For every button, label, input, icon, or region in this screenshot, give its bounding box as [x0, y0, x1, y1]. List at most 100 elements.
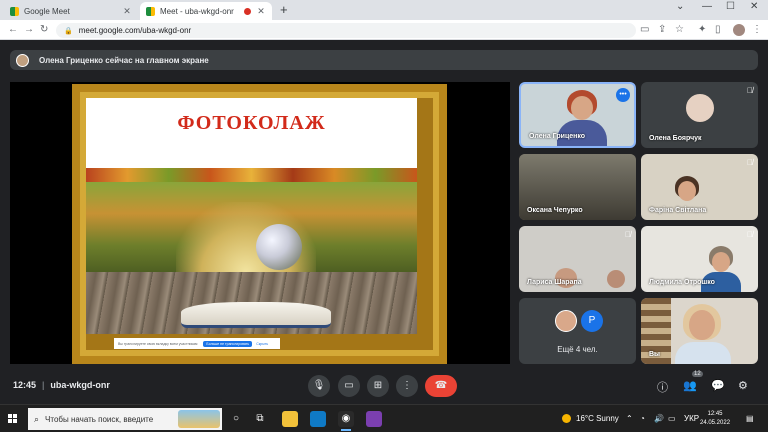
- presenter-avatar: [16, 53, 29, 67]
- clock-time: 12:45: [707, 411, 723, 417]
- participant-tile[interactable]: 🎙̸ Фаріна Світлана: [641, 154, 758, 220]
- participant-tile[interactable]: 🎙̸ Лариса Шарапа: [519, 226, 636, 292]
- tab-label: Meet - uba-wkgd-onr: [160, 6, 234, 16]
- windows-start-icon[interactable]: [8, 414, 18, 424]
- participant-avatar-letter: P: [581, 310, 603, 332]
- autumn-leaves-image: [86, 168, 417, 182]
- activities-icon[interactable]: ⚙: [738, 379, 748, 392]
- google-meet-favicon-icon: [146, 6, 155, 16]
- profile-avatar[interactable]: [733, 24, 745, 36]
- more-participants-label: Ещё 4 чел.: [557, 345, 598, 354]
- file-explorer-icon[interactable]: [282, 411, 298, 427]
- participant-clothes: [675, 342, 731, 364]
- viber-icon[interactable]: [366, 411, 382, 427]
- volume-icon[interactable]: 🔊: [654, 414, 664, 423]
- bookmark-star-icon[interactable]: ☆: [675, 23, 684, 37]
- reload-icon[interactable]: ↻: [40, 23, 48, 37]
- weather-widget[interactable]: 16°C Sunny: [562, 414, 619, 423]
- participant-count-badge: 12: [692, 371, 703, 377]
- glass-sphere-image: [256, 224, 302, 270]
- stop-sharing-button[interactable]: Больше не транслировать: [203, 340, 253, 347]
- participant-face: [712, 252, 730, 272]
- microphone-icon: 🎙: [312, 380, 326, 391]
- camera-icon[interactable]: ▭: [640, 23, 649, 37]
- minimize-icon[interactable]: —: [702, 1, 712, 12]
- close-window-icon[interactable]: ✕: [750, 1, 758, 12]
- self-tile[interactable]: Вы: [641, 298, 758, 364]
- participant-avatar: [684, 92, 716, 124]
- open-book-image: [181, 302, 331, 328]
- battery-icon[interactable]: ▭: [668, 414, 676, 423]
- chat-icon[interactable]: 💬: [711, 379, 725, 392]
- tab-google-meet[interactable]: Google Meet ✕: [4, 2, 138, 20]
- chrome-icon[interactable]: ◉: [338, 411, 354, 431]
- participant-tile[interactable]: 🎙̸ Олена Боярчук: [641, 82, 758, 148]
- mic-off-icon: 🎙̸: [747, 230, 753, 239]
- recording-indicator-icon: [244, 7, 251, 15]
- sun-icon: [562, 414, 571, 423]
- widgets-icon[interactable]: ⧉: [252, 411, 268, 427]
- more-participants-avatars: P: [555, 310, 607, 332]
- camera-button[interactable]: ▭: [338, 375, 360, 397]
- clock-date: 24.05.2022: [700, 420, 731, 426]
- participant-tile[interactable]: ••• Олена Гриценко: [519, 82, 636, 148]
- search-icon: ⌕: [34, 413, 40, 424]
- network-icon[interactable]: ◔: [640, 414, 645, 423]
- participant-name: Оксана Чепурко: [527, 207, 583, 214]
- url-text: meet.google.com/uba-wkgd-onr: [78, 26, 192, 35]
- meeting-details-icon[interactable]: ⓘ: [657, 379, 668, 395]
- maximize-icon[interactable]: ☐: [726, 1, 735, 12]
- search-highlight-image: [178, 410, 220, 428]
- tab-meet-call[interactable]: Meet - uba-wkgd-onr ✕: [140, 2, 272, 20]
- share-icon[interactable]: ⇪: [658, 23, 666, 37]
- presenter-banner: Олена Гриценко сейчас на главном экране: [10, 50, 758, 70]
- weather-text: 16°C Sunny: [576, 414, 619, 423]
- meeting-info: 12:45 | uba-wkgd-onr: [13, 380, 110, 390]
- participant-face: [607, 270, 625, 288]
- more-options-button[interactable]: ⋮: [396, 375, 418, 397]
- presented-slide: ФОТОКОЛАЖ: [72, 84, 447, 364]
- participant-face: [571, 96, 593, 120]
- phone-hangup-icon: ☎: [434, 380, 448, 391]
- people-icon[interactable]: 👥: [683, 379, 697, 392]
- show-hidden-icons-icon[interactable]: ⌃: [626, 414, 633, 423]
- browser-tab-strip: Google Meet ✕ Meet - uba-wkgd-onr ✕ + ⌄ …: [0, 0, 768, 20]
- taskbar-clock[interactable]: 12:45 24.05.2022: [700, 410, 730, 428]
- close-tab-icon[interactable]: ✕: [256, 6, 266, 17]
- participant-face: [678, 181, 696, 201]
- forward-icon[interactable]: →: [24, 23, 34, 37]
- store-icon[interactable]: [310, 411, 326, 427]
- hide-notice-button[interactable]: Скрыть: [256, 342, 268, 346]
- more-participants-tile[interactable]: P Ещё 4 чел.: [519, 298, 636, 364]
- presenter-banner-text: Олена Гриценко сейчас на главном экране: [39, 55, 209, 65]
- chevron-down-icon[interactable]: ⌄: [676, 1, 684, 12]
- address-bar[interactable]: 🔒 meet.google.com/uba-wkgd-onr: [56, 23, 636, 38]
- tab-label: Google Meet: [24, 6, 70, 16]
- close-tab-icon[interactable]: ✕: [122, 6, 132, 17]
- participant-tile[interactable]: 🎙̸ Людмила Отрошко: [641, 226, 758, 292]
- participant-name: Олена Гриценко: [529, 133, 586, 140]
- back-icon[interactable]: ←: [8, 23, 18, 37]
- leave-call-button[interactable]: ☎: [425, 375, 457, 397]
- sidebar-icon[interactable]: ▯: [715, 23, 721, 37]
- microphone-button[interactable]: 🎙: [308, 375, 330, 397]
- mic-off-icon: 🎙̸: [747, 158, 753, 167]
- present-screen-button[interactable]: ⊞: [367, 375, 389, 397]
- task-view-icon[interactable]: ○: [228, 411, 244, 427]
- notifications-icon[interactable]: ▤: [746, 414, 754, 423]
- participant-tile[interactable]: Оксана Чепурко: [519, 154, 636, 220]
- extensions-icon[interactable]: ✦: [698, 23, 706, 37]
- screen: Google Meet ✕ Meet - uba-wkgd-onr ✕ + ⌄ …: [0, 0, 768, 432]
- slide-title: ФОТОКОЛАЖ: [177, 112, 326, 134]
- meeting-controls-bar: 12:45 | uba-wkgd-onr 🎙 ▭ ⊞ ⋮ ☎ ⓘ 👥 12 💬 ⚙: [0, 370, 768, 404]
- share-notice-text: Вы транслируете свою вкладку всем участн…: [118, 341, 198, 346]
- participant-name: Людмила Отрошко: [649, 279, 715, 286]
- new-tab-button[interactable]: +: [280, 2, 288, 17]
- participant-name: Олена Боярчук: [649, 135, 702, 142]
- menu-icon[interactable]: ⋮: [752, 23, 762, 37]
- language-indicator[interactable]: УКР: [684, 414, 699, 423]
- meeting-time: 12:45: [13, 380, 37, 390]
- lock-icon: 🔒: [64, 27, 73, 35]
- participant-name: Фаріна Світлана: [649, 207, 707, 214]
- meeting-code: uba-wkgd-onr: [50, 380, 110, 390]
